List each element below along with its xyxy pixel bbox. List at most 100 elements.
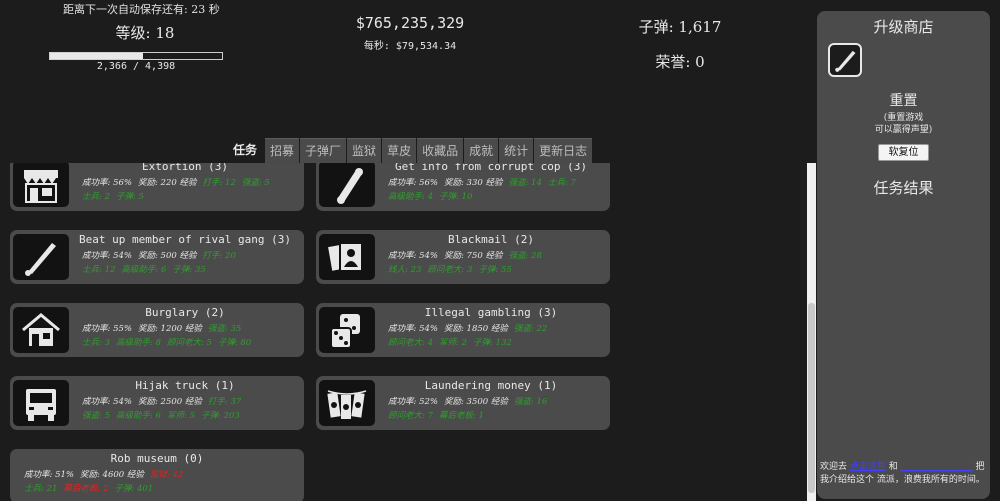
task-stat: 强盗: 5	[82, 411, 110, 421]
task-stat: 子弹: 401	[114, 484, 154, 494]
tab-turf[interactable]: 草皮	[382, 138, 417, 163]
truck-icon	[26, 389, 56, 421]
task-stats-line-2: 高级助手: 4 子弹: 10	[388, 190, 478, 202]
autosave-countdown: 距离下一次自动保存还有: 23 秒	[63, 3, 220, 16]
money-total: $765,235,329	[355, 14, 465, 32]
task-stat: 奖励: 220 经验	[137, 178, 197, 188]
task-card[interactable]: Laundering money (1) 成功率: 52% 奖励: 3500 经验强…	[316, 376, 610, 430]
task-stat: 军师: 2	[438, 338, 467, 348]
task-stat: 强盗: 16	[513, 397, 548, 407]
task-stat: 强盗: 14	[508, 178, 542, 188]
task-stats-line-1: 成功率: 54% 奖励: 750 经验 强盗: 28	[388, 249, 548, 261]
footer-link[interactable]: 点击这里	[850, 462, 886, 472]
baseball-bat-icon	[25, 243, 56, 276]
task-stat: 子弹: 132	[472, 338, 512, 348]
task-stat: 打手: 37	[207, 397, 242, 407]
upgrade-item[interactable]	[828, 43, 862, 77]
task-card[interactable]: Hijak truck (1) 成功率: 54% 奖励: 2500 经验 打手: 37…	[10, 376, 304, 430]
task-card[interactable]: Extortion (3) 成功率: 56% 奖励: 220 经验 打手: 12 强盗:…	[10, 163, 304, 211]
task-stat: 幕后老板: 2	[63, 484, 109, 494]
tab-collectibles[interactable]: 收藏品	[417, 138, 464, 163]
task-stats-line-2: 顾问老大: 4 军师: 2 子弹: 132	[388, 336, 518, 348]
tab-prison[interactable]: 监狱	[347, 138, 382, 163]
task-results-title: 任务结果	[873, 179, 934, 197]
tab-stats[interactable]: 统计	[499, 138, 534, 163]
task-stat: 强盗: 22	[513, 324, 548, 334]
task-title: Get info from corrupt cop (3)	[394, 163, 588, 173]
task-stat: 奖励: 2500 经验	[137, 397, 202, 407]
task-stats-line-2: 顾问老大: 7 幕后老板: 1	[388, 409, 490, 421]
task-stats-line-1: 成功率: 51% 奖励: 4600 经验 监狱: 42	[24, 468, 189, 480]
footer-text-a: 欢迎去	[820, 462, 848, 472]
task-title: Beat up member of rival gang (3)	[79, 233, 291, 246]
task-stats-line-2: 士兵: 12 高级助手: 6 子弹: 35	[82, 263, 212, 275]
task-stats-line-2: 士兵: 2 子弹: 5	[82, 190, 150, 202]
task-stat: 成功率: 54%	[82, 397, 132, 407]
reset-note-line-2: 可以赢得声望)	[874, 125, 933, 135]
footer-link-2[interactable]: ________________	[901, 462, 973, 472]
task-stat: 奖励: 3500 经验	[443, 397, 508, 407]
task-title: Laundering money (1)	[424, 379, 558, 392]
task-stats-line-1: 成功率: 54% 奖励: 1850 经验 强盗: 22	[388, 322, 553, 334]
tab-missions[interactable]: 任务	[228, 138, 264, 163]
task-stat: 军师: 5	[166, 411, 195, 421]
ammo-count: 子弹: 1,617	[638, 18, 722, 36]
task-icon	[319, 163, 375, 207]
task-stat: 高级助手: 6	[121, 265, 167, 275]
footer-text-d: 流派，浪费我所有的时间。	[876, 475, 985, 485]
task-stat: 监狱: 42	[149, 470, 184, 480]
task-stats-line-2: 士兵: 3 高级助手: 8 顾问老大: 5 子弹: 80	[82, 336, 257, 348]
scroll-icon	[337, 168, 363, 204]
task-stat: 顾问老大: 7	[388, 411, 433, 421]
task-stats-line-1: 成功率: 55% 奖励: 1200 经验 强盗: 35	[82, 322, 247, 334]
task-list-scrollbar[interactable]	[807, 163, 816, 501]
task-icon	[13, 380, 69, 426]
soft-reset-button[interactable]: 软复位	[878, 144, 929, 161]
task-stat: 子弹: 5	[115, 192, 144, 202]
task-stats-line-2: 士兵: 21 幕后老板: 2 子弹: 401	[24, 482, 159, 494]
tab-ammo-factory[interactable]: 子弹厂	[300, 138, 347, 163]
house-icon	[22, 313, 60, 346]
task-title: Hijak truck (1)	[135, 379, 235, 392]
task-stat: 成功率: 52%	[388, 397, 438, 407]
task-stat: 成功率: 54%	[388, 324, 438, 334]
task-stat: 顾问老大: 4	[388, 338, 433, 348]
task-card[interactable]: Rob museum (0) 成功率: 51% 奖励: 4600 经验 监狱: 42 士…	[10, 449, 304, 501]
task-icon	[13, 307, 69, 353]
task-stat: 成功率: 51%	[24, 470, 74, 480]
storefront-icon	[24, 170, 58, 203]
welcome-footer: 欢迎去 点击这里 和 ________________ 把我介绍给这个 流派，浪…	[820, 461, 988, 487]
reset-note: (重置游戏可以赢得声望)	[817, 112, 990, 136]
task-title: Burglary (2)	[145, 306, 225, 319]
task-stat: 高级助手: 4	[388, 192, 433, 202]
tab-achievements[interactable]: 成就	[464, 138, 499, 163]
reset-title: 重置	[889, 93, 918, 109]
task-title: Extortion (3)	[141, 163, 229, 173]
task-icon	[319, 380, 375, 426]
task-stat: 成功率: 54%	[82, 251, 132, 261]
task-stats-line-1: 成功率: 54% 奖励: 2500 经验 打手: 37	[82, 395, 247, 407]
scrollbar-thumb[interactable]	[808, 303, 815, 493]
task-card[interactable]: Blackmail (2) 成功率: 54% 奖励: 750 经验 强盗: 28 线人:…	[316, 230, 610, 284]
task-stat: 线人: 23	[388, 265, 422, 275]
task-title: Rob museum (0)	[110, 452, 204, 465]
task-stat: 奖励: 1200 经验	[137, 324, 202, 334]
task-card[interactable]: Burglary (2) 成功率: 55% 奖励: 1200 经验 强盗: 35 士兵:…	[10, 303, 304, 357]
task-stat: 士兵: 3	[82, 338, 110, 348]
task-card[interactable]: Illegal gambling (3) 成功率: 54% 奖励: 1850 经验强…	[316, 303, 610, 357]
task-stats-line-2: 线人: 23 顾问老大: 3 子弹: 55	[388, 263, 518, 275]
task-card[interactable]: Get info from corrupt cop (3) 成功率: 56% 奖励:…	[316, 163, 610, 211]
task-icon	[319, 234, 375, 280]
task-card[interactable]: Beat up member of rival gang (3) 成功率: 54%…	[10, 230, 304, 284]
task-stat: 成功率: 54%	[388, 251, 438, 261]
footer-text-b: 和	[888, 462, 898, 472]
reset-note-line-1: (重置游戏	[883, 113, 924, 123]
money-laundering-icon	[327, 390, 367, 419]
task-stats-line-2: 强盗: 5 高级助手: 6 军师: 5 子弹: 203	[82, 409, 246, 421]
photos-icon	[328, 242, 363, 272]
tab-changelog[interactable]: 更新日志	[534, 138, 593, 163]
task-stat: 强盗: 28	[508, 251, 542, 261]
dice-icon	[330, 314, 360, 349]
tab-recruit[interactable]: 招募	[265, 138, 300, 163]
task-stat: 幕后老板: 1	[438, 411, 484, 421]
